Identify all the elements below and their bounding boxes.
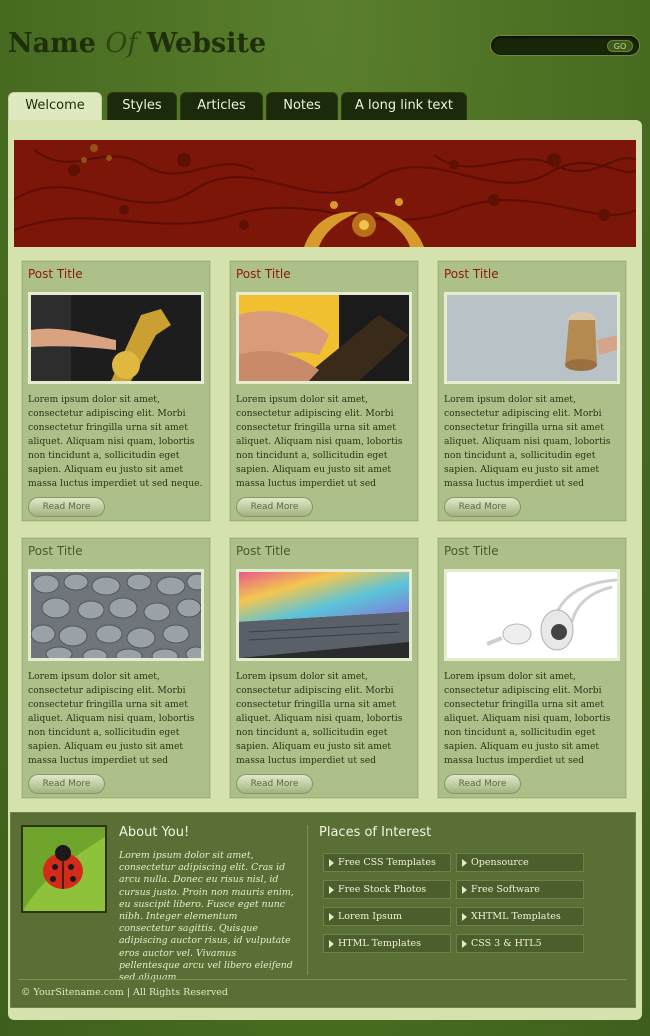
tab-welcome[interactable]: Welcome <box>8 92 102 121</box>
read-more-button[interactable]: Read More <box>444 774 521 794</box>
read-more-button[interactable]: Read More <box>444 497 521 517</box>
logo-name: Name <box>8 28 106 59</box>
banner-image <box>14 140 636 247</box>
post-excerpt: Lorem ipsum dolor sit amet, consectetur … <box>236 671 403 766</box>
read-more-button[interactable]: Read More <box>236 774 313 794</box>
post-excerpt: Lorem ipsum dolor sit amet, consectetur … <box>444 671 611 766</box>
copyright-text: © YourSitename.com | All Rights Reserved <box>21 987 228 998</box>
post-card: Post Title Lorem ipsum dolor sit amet, c… <box>437 537 627 799</box>
place-link[interactable]: HTML Templates <box>323 934 451 953</box>
place-link[interactable]: Lorem Ipsum <box>323 907 451 926</box>
footer-rule <box>19 979 627 980</box>
read-more-button[interactable]: Read More <box>28 497 105 517</box>
about-text: Lorem ipsum dolor sit amet, consectetur … <box>119 850 294 984</box>
logo-website: Website <box>137 28 267 59</box>
site-logo[interactable]: Name Of Website <box>8 28 266 59</box>
post-title[interactable]: Post Title <box>444 267 499 281</box>
place-link[interactable]: CSS 3 & HTL5 <box>456 934 584 953</box>
guitar-photo[interactable] <box>236 292 412 384</box>
site-footer: About You! Lorem ipsum dolor sit amet, c… <box>10 812 636 1008</box>
post-card: Post Title Lorem ipsum dolor sit amet, c… <box>229 260 419 522</box>
post-title[interactable]: Post Title <box>28 544 83 558</box>
post-title[interactable]: Post Title <box>236 267 291 281</box>
post-excerpt: Lorem ipsum dolor sit amet, consectetur … <box>28 671 195 766</box>
about-title: About You! <box>119 825 190 840</box>
tab-long-link[interactable]: A long link text <box>341 92 467 120</box>
place-link[interactable]: Free CSS Templates <box>323 853 451 872</box>
site-header: Name Of Website GO <box>0 0 650 92</box>
place-link[interactable]: Opensource <box>456 853 584 872</box>
saxophone-photo[interactable] <box>28 292 204 384</box>
logo-of: Of <box>105 28 138 59</box>
earphones-photo[interactable] <box>444 569 620 661</box>
post-title[interactable]: Post Title <box>444 544 499 558</box>
place-link[interactable]: Free Software <box>456 880 584 899</box>
search-input[interactable] <box>499 38 599 53</box>
post-card: Post Title Lorem ipsum dolor sit amet, c… <box>437 260 627 522</box>
post-card: Post Title Lorem ipsum dolor sit amet, c… <box>21 260 211 522</box>
read-more-button[interactable]: Read More <box>28 774 105 794</box>
pebbles-photo[interactable] <box>28 569 204 661</box>
tab-notes[interactable]: Notes <box>266 92 338 120</box>
read-more-button[interactable]: Read More <box>236 497 313 517</box>
post-title[interactable]: Post Title <box>28 267 83 281</box>
tab-styles[interactable]: Styles <box>107 92 177 120</box>
places-title: Places of Interest <box>319 825 432 840</box>
post-excerpt: Lorem ipsum dolor sit amet, consectetur … <box>444 394 611 489</box>
post-title[interactable]: Post Title <box>236 544 291 558</box>
place-link[interactable]: Free Stock Photos <box>323 880 451 899</box>
post-excerpt: Lorem ipsum dolor sit amet, consectetur … <box>28 394 203 489</box>
place-link[interactable]: XHTML Templates <box>456 907 584 926</box>
post-card: Post Title Lorem ipsum dolor sit amet, c… <box>21 537 211 799</box>
tab-articles[interactable]: Articles <box>180 92 263 120</box>
bongo-photo[interactable] <box>444 292 620 384</box>
ladybug-photo <box>21 825 107 913</box>
post-excerpt: Lorem ipsum dolor sit amet, consectetur … <box>236 394 403 489</box>
go-button[interactable]: GO <box>607 40 633 52</box>
laptop-photo[interactable] <box>236 569 412 661</box>
footer-divider <box>307 825 308 975</box>
post-card: Post Title Lorem ipsum dolor sit amet, c… <box>229 537 419 799</box>
search-box: GO <box>490 35 640 56</box>
